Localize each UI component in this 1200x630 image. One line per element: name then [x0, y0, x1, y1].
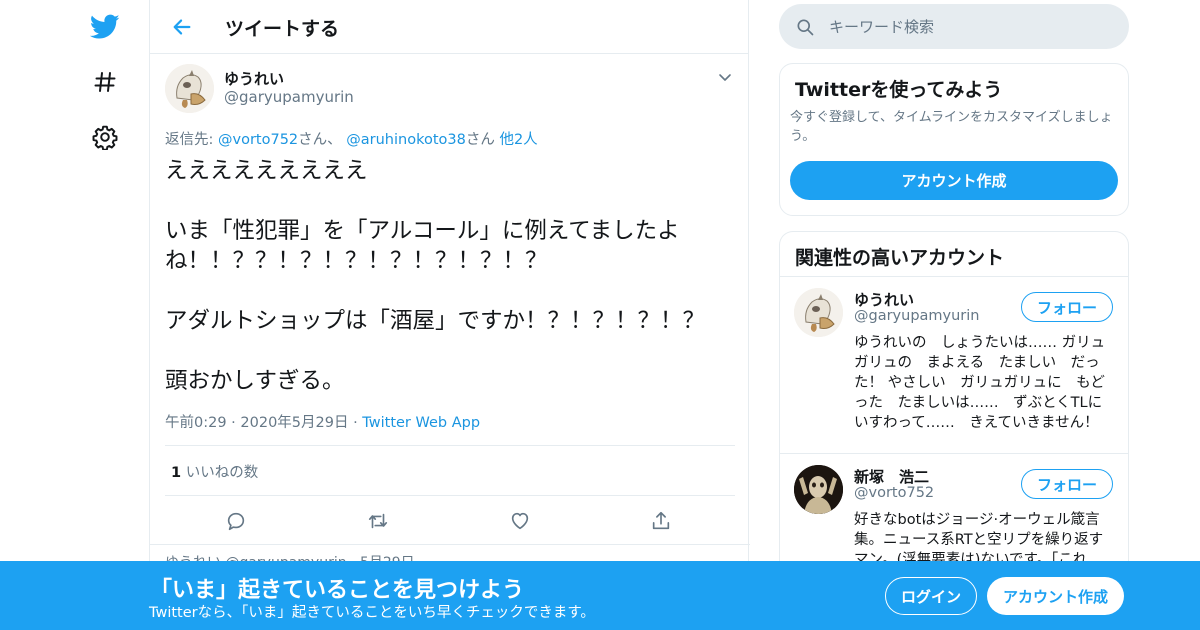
tweet-source-link[interactable]: Twitter Web App [362, 415, 480, 431]
signup-card: Twitterを使ってみよう 今すぐ登録して、タイムラインをカスタマイズしましょ… [779, 63, 1129, 216]
reply-to-line: 返信先: @vorto752さん、 @aruhinokoto38さん 他2人 [165, 128, 538, 149]
hashtag-icon[interactable] [88, 65, 122, 99]
account-name[interactable]: 新塚 浩二 [854, 466, 929, 487]
account-avatar[interactable] [794, 288, 843, 337]
reply-san-text: さん、 [298, 132, 342, 148]
search-bar[interactable] [779, 4, 1129, 49]
follow-button[interactable]: フォロー [1021, 469, 1113, 499]
related-accounts-title: 関連性の高いアカウント [795, 247, 1005, 269]
reply-san-text: さん [465, 132, 495, 148]
banner-title: 「いま」起きていることを見つけよう [150, 578, 525, 603]
heart-icon[interactable] [508, 509, 532, 533]
likes-stat[interactable]: 1 いいねの数 [171, 461, 258, 482]
divider [780, 276, 1128, 277]
retweet-icon[interactable] [366, 509, 390, 533]
signup-card-description: 今すぐ登録して、タイムラインをカスタマイズしましょう。 [790, 110, 1113, 144]
author-avatar[interactable] [165, 64, 214, 113]
signup-card-title: Twitterを使ってみよう [795, 79, 1003, 101]
follow-button[interactable]: フォロー [1021, 292, 1113, 322]
banner-subtitle: Twitterなら、「いま」起きていることをいち早くチェックできます。 [149, 605, 595, 621]
tweet-date[interactable]: 2020年5月29日 [240, 415, 348, 431]
account-handle[interactable]: @garyupamyurin [854, 308, 980, 324]
account-name[interactable]: ゆうれい [854, 289, 914, 310]
signup-banner: 「いま」起きていることを見つけよう Twitterなら、「いま」起きていることを… [0, 561, 1200, 630]
likes-label: いいねの数 [185, 465, 259, 481]
chevron-down-icon[interactable] [717, 69, 733, 85]
search-icon [795, 17, 815, 37]
meta-separator: · [353, 415, 363, 431]
reply-user-link[interactable]: @vorto752 [218, 132, 298, 148]
tweet-column: ツイートする ゆうれい @garyupamyurin 返信先: @vorto75… [149, 0, 750, 630]
tweet-text: えええええええええ いま「性犯罪」を「アルコール」に例えてましたよね！！？？！？… [165, 158, 706, 394]
divider [165, 445, 735, 446]
author-name[interactable]: ゆうれい [224, 68, 284, 89]
search-input[interactable] [829, 4, 1119, 49]
page: ツイートする ゆうれい @garyupamyurin 返信先: @vorto75… [0, 0, 1200, 630]
reply-icon[interactable] [224, 509, 248, 533]
account-avatar[interactable] [794, 465, 843, 514]
login-button[interactable]: ログイン [885, 577, 977, 615]
tweet-meta: 午前0:29 · 2020年5月29日 · Twitter Web App [165, 411, 480, 432]
divider [165, 495, 735, 496]
tweet-time[interactable]: 午前0:29 [165, 415, 227, 431]
back-arrow-icon[interactable] [168, 13, 196, 41]
reply-others-link[interactable]: 他2人 [499, 132, 537, 148]
author-handle[interactable]: @garyupamyurin [224, 88, 354, 106]
share-icon[interactable] [649, 509, 673, 533]
likes-count: 1 [171, 465, 182, 481]
create-account-button[interactable]: アカウント作成 [790, 161, 1118, 200]
column-header: ツイートする [150, 0, 748, 54]
divider [780, 453, 1128, 454]
meta-separator: · [231, 415, 241, 431]
divider [150, 544, 750, 545]
account-handle[interactable]: @vorto752 [854, 485, 934, 501]
account-bio: ゆうれいの しょうたいは…… ガリュガリュの まよえる たましい だった！ やさ… [854, 335, 1106, 431]
reply-user-link[interactable]: @aruhinokoto38 [346, 132, 466, 148]
reply-to-label: 返信先: [165, 132, 214, 148]
gear-icon[interactable] [88, 120, 122, 154]
banner-create-account-button[interactable]: アカウント作成 [987, 577, 1124, 615]
page-title: ツイートする [225, 18, 340, 40]
twitter-logo-icon[interactable] [88, 10, 122, 44]
